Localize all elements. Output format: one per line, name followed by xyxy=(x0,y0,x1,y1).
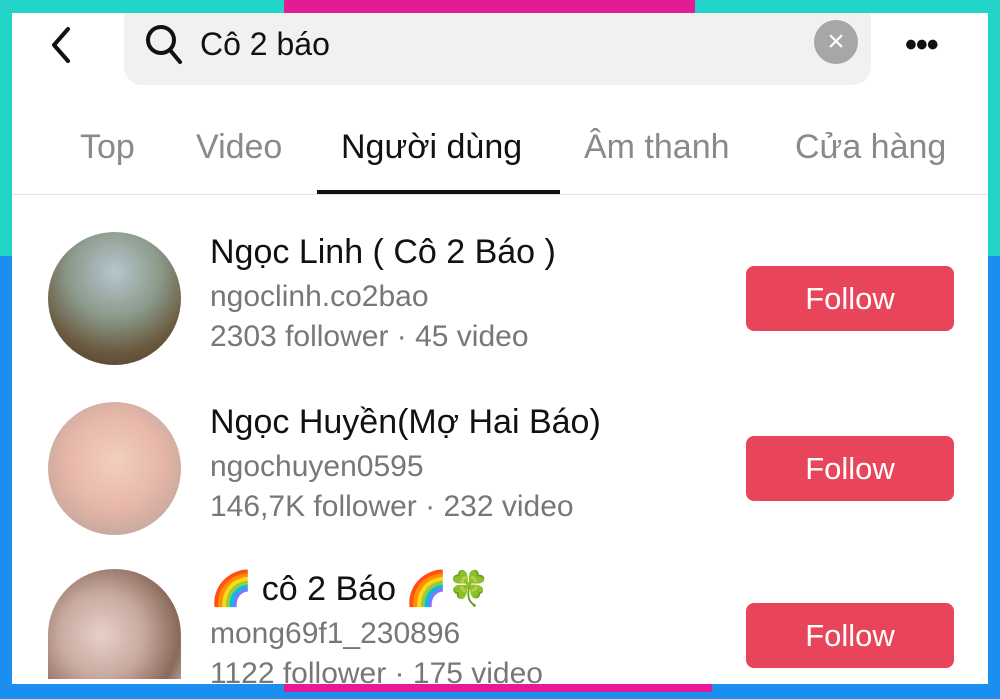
tab-bar: Top Video Người dùng Âm thanh Cửa hàng xyxy=(12,113,988,195)
user-handle: ngoclinh.co2bao xyxy=(210,280,429,313)
user-handle: mong69f1_230896 xyxy=(210,617,461,650)
back-button[interactable] xyxy=(46,25,76,65)
active-tab-indicator xyxy=(317,190,560,194)
avatar[interactable] xyxy=(48,232,181,365)
more-options-button[interactable]: ••• xyxy=(905,25,939,65)
follow-button[interactable]: Follow xyxy=(746,603,954,668)
avatar[interactable] xyxy=(48,569,181,679)
frame-accent-top xyxy=(284,0,695,13)
user-stats: 146,7K follower · 232 video xyxy=(210,490,574,523)
tab-shop[interactable]: Cửa hàng xyxy=(795,127,946,167)
user-name: Ngọc Huyền(Mợ Hai Báo) xyxy=(210,403,601,441)
tab-video[interactable]: Video xyxy=(196,127,282,167)
clear-search-button[interactable]: × xyxy=(814,20,858,64)
user-name: Ngọc Linh ( Cô 2 Báo ) xyxy=(210,233,556,271)
user-row[interactable]: Ngọc Huyền(Mợ Hai Báo) ngochuyen0595 146… xyxy=(12,402,988,535)
chevron-left-icon xyxy=(52,27,70,63)
user-stats: 2303 follower · 45 video xyxy=(210,320,529,353)
tab-top[interactable]: Top xyxy=(80,127,135,167)
user-row[interactable]: 🌈 cô 2 Báo 🌈🍀 mong69f1_230896 1122 follo… xyxy=(12,569,988,699)
x-icon: × xyxy=(827,25,845,58)
user-row[interactable]: Ngọc Linh ( Cô 2 Báo ) ngoclinh.co2bao 2… xyxy=(12,232,988,365)
follow-button[interactable]: Follow xyxy=(746,266,954,331)
user-name: 🌈 cô 2 Báo 🌈🍀 xyxy=(210,570,491,608)
search-input[interactable]: Cô 2 báo xyxy=(200,25,330,63)
tab-users[interactable]: Người dùng xyxy=(341,127,522,167)
avatar[interactable] xyxy=(48,402,181,535)
search-bar[interactable]: Cô 2 báo × xyxy=(124,13,871,85)
user-stats: 1122 follower · 175 video xyxy=(210,657,543,690)
user-handle: ngochuyen0595 xyxy=(210,450,424,483)
tab-sounds[interactable]: Âm thanh xyxy=(584,127,730,167)
screen: Cô 2 báo × ••• Top Video Người dùng Âm t… xyxy=(12,13,988,689)
follow-button[interactable]: Follow xyxy=(746,436,954,501)
search-icon xyxy=(146,25,182,64)
